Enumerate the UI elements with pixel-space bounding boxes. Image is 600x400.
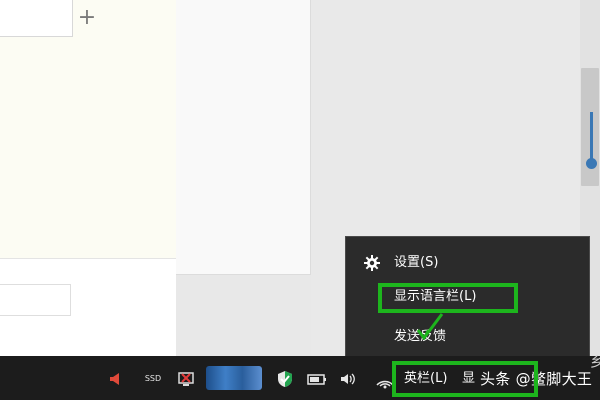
highlight-box-taskbar bbox=[392, 361, 538, 397]
menu-item-settings[interactable]: 设置(S) bbox=[346, 249, 589, 277]
text-input[interactable] bbox=[0, 284, 71, 316]
center-panel bbox=[176, 0, 311, 275]
tab[interactable] bbox=[0, 0, 73, 37]
thermometer-icon bbox=[590, 112, 593, 162]
thermometer-bulb bbox=[586, 158, 597, 169]
menu-item-label: 设置(S) bbox=[394, 255, 439, 270]
highlight-box-menu-item bbox=[378, 283, 518, 313]
gear-icon bbox=[364, 255, 380, 271]
ime-glyph[interactable]: 乡 bbox=[590, 355, 600, 371]
ssd-label: SSD bbox=[144, 374, 162, 383]
check-mark-annotation bbox=[416, 313, 444, 340]
menu-item-send-feedback[interactable]: 发送反馈 bbox=[346, 323, 589, 351]
megaphone-icon[interactable] bbox=[108, 369, 124, 389]
network-error-icon[interactable] bbox=[176, 369, 196, 389]
add-tab-button[interactable]: + bbox=[76, 6, 98, 30]
battery-icon[interactable] bbox=[306, 369, 328, 389]
taskbar-app-button[interactable] bbox=[206, 366, 262, 390]
shield-icon[interactable] bbox=[276, 369, 294, 389]
volume-icon[interactable] bbox=[338, 369, 358, 389]
ssd-icon[interactable]: SSD bbox=[143, 369, 163, 389]
